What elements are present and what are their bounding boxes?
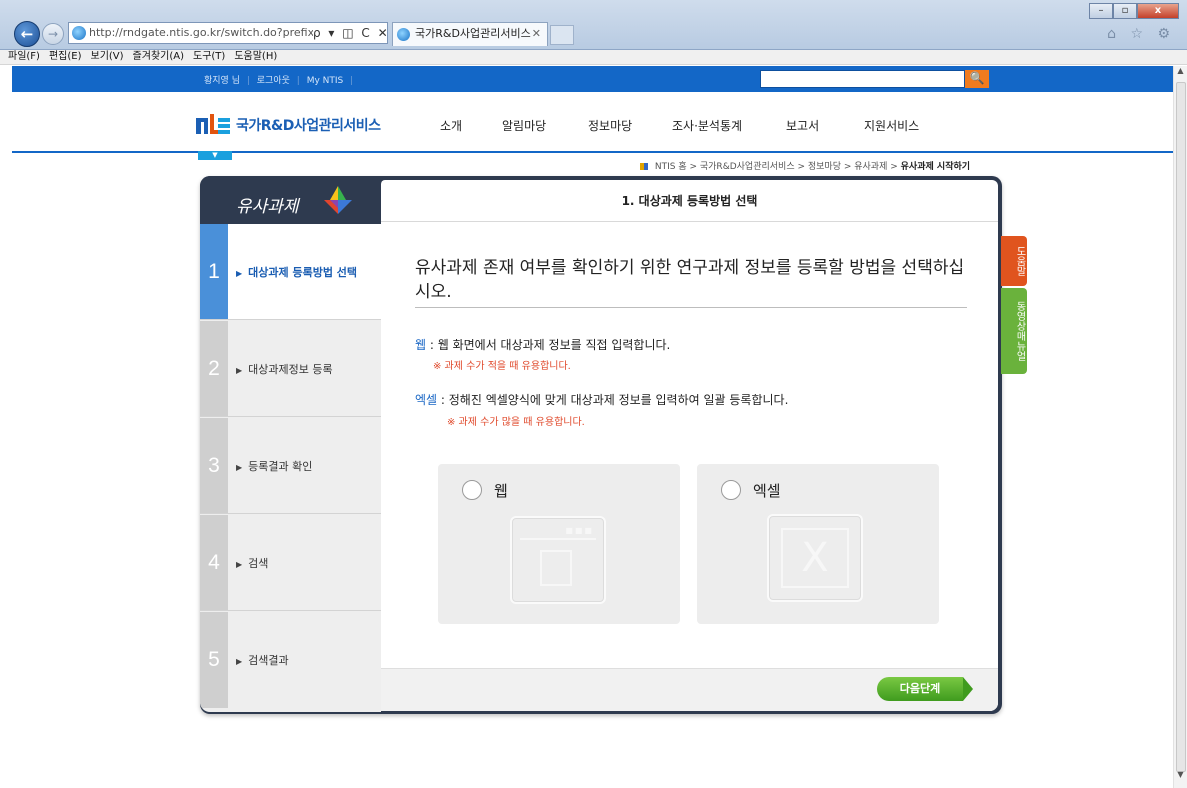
step-number: 4: [200, 515, 228, 610]
scroll-down-arrow-icon[interactable]: ▼: [1174, 770, 1187, 784]
excel-file-icon: X: [767, 514, 863, 602]
chevron-right-icon: ▶: [236, 462, 243, 472]
wizard-footer: 다음단계: [381, 668, 998, 711]
excel-choice-label[interactable]: 엑셀: [753, 480, 781, 501]
menu-tools[interactable]: 도구(T): [193, 50, 225, 64]
excel-option-desc: 엑셀 : 정해진 엑셀양식에 맞게 대상과제 정보를 입력하여 일괄 등록합니다…: [415, 391, 788, 408]
breadcrumb: NTIS 홈 > 국가R&D사업관리서비스 > 정보마당 > 유사과제 > 유사…: [640, 159, 970, 172]
wizard-brand: 유사과제: [200, 176, 381, 224]
logo-text: 국가R&D사업관리서비스: [236, 118, 381, 134]
back-arrow-icon[interactable]: ←: [14, 21, 40, 47]
main-nav: 소개 알림마당 정보마당 조사·분석통계 보고서 지원서비스: [440, 117, 934, 134]
ie-icon: [397, 28, 410, 41]
breadcrumb-path: NTIS 홈 > 국가R&D사업관리서비스 > 정보마당 > 유사과제 >: [654, 162, 898, 172]
step-number: 1: [200, 224, 228, 319]
web-page-icon: ■■■: [510, 516, 606, 604]
excel-option-key: 엑셀: [415, 393, 438, 407]
video-manual-tab[interactable]: 동영상매뉴얼: [1001, 288, 1027, 374]
menu-edit[interactable]: 편집(E): [49, 50, 82, 64]
tab-title: 국가R&D사업관리서비스: [415, 27, 531, 40]
logout-link[interactable]: 로그아웃: [257, 76, 290, 86]
excel-choice-card[interactable]: 엑셀 X: [697, 464, 939, 624]
web-option-key: 웹: [415, 338, 427, 352]
web-option-text: : 웹 화면에서 대상과제 정보를 직접 입력합니다.: [426, 338, 671, 352]
scrollbar-thumb[interactable]: [1176, 82, 1186, 772]
menu-view[interactable]: 보기(V): [91, 50, 124, 64]
browser-titlebar: ← → http://rndgate.ntis.go.kr/switch.do?…: [0, 0, 1187, 50]
brand-logo-icon: [324, 186, 352, 214]
step-label: 검색: [248, 556, 269, 570]
search-icon[interactable]: 🔍: [965, 70, 989, 88]
nav-toggle-button[interactable]: ▼: [198, 151, 232, 160]
next-step-button[interactable]: 다음단계: [877, 677, 973, 701]
chevron-right-icon: ▶: [236, 365, 243, 375]
step-number: 3: [200, 418, 228, 513]
my-ntis-link[interactable]: My NTIS: [307, 76, 344, 86]
step-title: 1. 대상과제 등록방법 선택: [381, 180, 998, 222]
maximize-button[interactable]: ▫: [1113, 3, 1137, 19]
breadcrumb-current: 유사과제 시작하기: [900, 162, 971, 172]
browser-tab[interactable]: 국가R&D사업관리서비스 ✕: [392, 22, 548, 46]
site-logo[interactable]: 국가R&D사업관리서비스: [196, 114, 381, 136]
site-search-input[interactable]: [760, 70, 965, 88]
wizard-steps: 1 ▶ 대상과제 등록방법 선택 2 ▶ 대상과제정보 등록 3 ▶ 등록결과 확인 …: [200, 224, 381, 712]
chevron-right-icon: ▶: [236, 559, 243, 569]
web-choice-label[interactable]: 웹: [494, 480, 508, 501]
web-option-note: ※ 과제 수가 적을 때 유용합니다.: [433, 361, 571, 372]
step-number: 5: [200, 612, 228, 708]
step-2[interactable]: 2 ▶ 대상과제정보 등록: [200, 321, 381, 417]
menu-file[interactable]: 파일(F): [8, 50, 40, 64]
user-name: 황지영 님: [204, 76, 240, 86]
new-tab-button[interactable]: [550, 25, 574, 45]
web-choice-card[interactable]: 웹 ■■■: [438, 464, 680, 624]
step-1[interactable]: 1 ▶ 대상과제 등록방법 선택: [200, 224, 381, 320]
wizard-content: 1. 대상과제 등록방법 선택 유사과제 존재 여부를 확인하기 위한 연구과제…: [381, 180, 998, 711]
step-3[interactable]: 3 ▶ 등록결과 확인: [200, 418, 381, 514]
step-number: 2: [200, 321, 228, 416]
help-tab[interactable]: 도움말: [1001, 236, 1027, 286]
heading-divider: [415, 307, 967, 308]
instruction-heading: 유사과제 존재 여부를 확인하기 위한 연구과제 정보를 등록할 방법을 선택하…: [415, 258, 965, 302]
nav-item-statistics[interactable]: 조사·분석통계: [672, 117, 786, 134]
step-4[interactable]: 4 ▶ 검색: [200, 515, 381, 611]
menu-help[interactable]: 도움말(H): [234, 50, 277, 64]
wizard-brand-title: 유사과제: [236, 197, 299, 217]
home-favorites-settings-icons[interactable]: ⌂ ☆ ⚙: [1107, 26, 1175, 42]
breadcrumb-icon: [640, 163, 648, 170]
address-bar[interactable]: http://rndgate.ntis.go.kr/switch.do?pref…: [68, 22, 388, 44]
site-top-bar: 황지영 님 | 로그아웃 | My NTIS | 🔍: [12, 66, 1173, 92]
nav-item-info[interactable]: 정보마당: [588, 117, 672, 134]
page-scrollbar[interactable]: ▲ ▼: [1173, 66, 1187, 788]
step-label: 대상과제정보 등록: [248, 362, 333, 376]
chevron-right-icon: ▶: [236, 657, 243, 666]
ie-icon: [72, 26, 86, 40]
ntis-logo-mark: [196, 114, 232, 136]
scroll-up-arrow-icon[interactable]: ▲: [1174, 66, 1187, 80]
nav-item-notice[interactable]: 알림마당: [502, 117, 588, 134]
close-icon[interactable]: ✕: [532, 23, 541, 45]
step-label: 대상과제 등록방법 선택: [248, 265, 358, 279]
nav-item-intro[interactable]: 소개: [440, 117, 502, 134]
step-label: 검색결과: [248, 654, 289, 667]
excel-radio[interactable]: [721, 480, 741, 500]
nav-divider: [12, 151, 1173, 153]
close-window-button[interactable]: x: [1137, 3, 1179, 19]
nav-item-report[interactable]: 보고서: [786, 117, 864, 134]
address-tools-icons[interactable]: ρ ▾ ◫ C ✕: [313, 23, 387, 43]
nav-item-support[interactable]: 지원서비스: [864, 117, 934, 134]
menu-bar: 파일(F) 편집(E) 보기(V) 즐겨찾기(A) 도구(T) 도움말(H): [0, 50, 1187, 65]
step-5[interactable]: 5 ▶ 검색결과: [200, 612, 381, 708]
minimize-button[interactable]: –: [1089, 3, 1113, 19]
chevron-right-icon: ▶: [236, 268, 243, 278]
step-label: 등록결과 확인: [248, 459, 313, 473]
menu-favorites[interactable]: 즐겨찾기(A): [133, 50, 184, 64]
wizard-panel: 유사과제 1 ▶ 대상과제 등록방법 선택 2 ▶ 대상과제정보 등록 3 ▶ 등록결…: [200, 176, 1002, 714]
excel-option-text: : 정해진 엑셀양식에 맞게 대상과제 정보를 입력하여 일괄 등록합니다.: [437, 393, 789, 407]
web-radio[interactable]: [462, 480, 482, 500]
forward-arrow-icon[interactable]: →: [42, 23, 64, 45]
excel-option-note: ※ 과제 수가 많을 때 유용합니다.: [447, 417, 585, 428]
web-option-desc: 웹 : 웹 화면에서 대상과제 정보를 직접 입력합니다.: [415, 336, 670, 353]
